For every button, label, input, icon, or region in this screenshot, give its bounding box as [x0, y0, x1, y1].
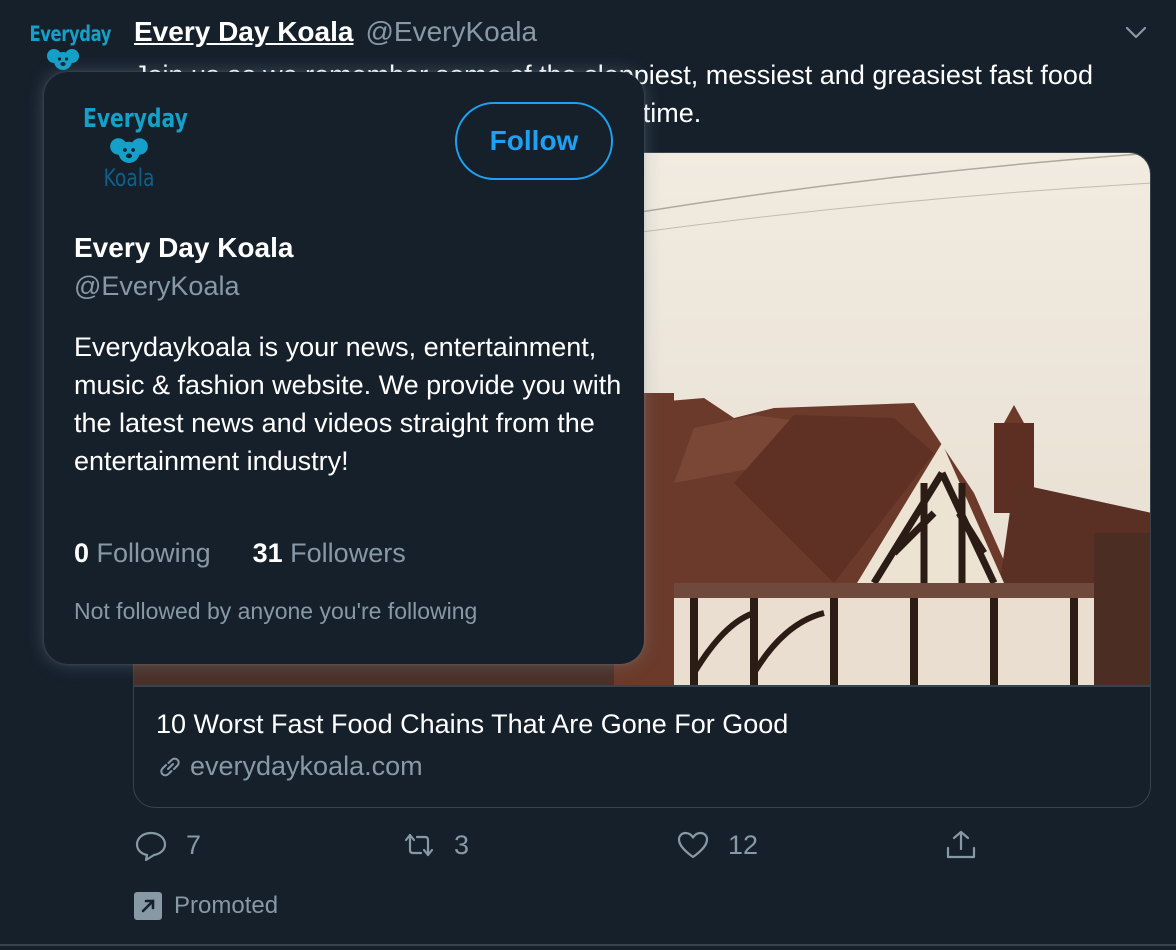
reply-icon — [135, 831, 167, 862]
reply-button[interactable]: 7 — [134, 828, 201, 862]
follow-button[interactable]: Follow — [455, 102, 613, 180]
promoted-label: Promoted — [134, 892, 278, 920]
card-domain[interactable]: everydaykoala.com — [156, 751, 423, 782]
hovercard-name[interactable]: Every Day Koala — [74, 232, 293, 264]
promoted-text: Promoted — [174, 892, 279, 919]
retweet-icon — [404, 833, 434, 857]
hovercard-logo-bottom: Koala — [103, 164, 155, 192]
card-domain-text: everydaykoala.com — [190, 751, 423, 781]
tweet-header: Every Day Koala @EveryKoala — [134, 16, 537, 48]
like-count: 12 — [728, 829, 759, 860]
link-icon — [160, 757, 180, 776]
handle[interactable]: @EveryKoala — [365, 16, 537, 48]
like-icon — [677, 831, 709, 859]
avatar-logo-text: Everyday — [29, 22, 112, 46]
followers-count: 31 — [252, 538, 283, 568]
following-link[interactable]: 0 Following — [74, 538, 211, 569]
card-title[interactable]: 10 Worst Fast Food Chains That Are Gone … — [156, 709, 788, 740]
hovercard-stats: 0 Following 31 Followers — [74, 538, 406, 569]
retweet-button[interactable]: 3 — [402, 828, 469, 862]
tweet-bottom-border — [0, 944, 1176, 946]
card-divider — [134, 685, 1150, 687]
like-button[interactable]: 12 — [676, 828, 758, 862]
share-button[interactable] — [944, 828, 978, 862]
hovercard-logo-top: Everyday — [82, 104, 188, 134]
followers-link[interactable]: 31 Followers — [253, 538, 406, 569]
display-name[interactable]: Every Day Koala — [134, 16, 353, 48]
following-label: Following — [96, 538, 211, 568]
profile-hovercard: Everyday Koala Follow Every Day Koala @E… — [44, 72, 644, 664]
share-icon — [946, 830, 976, 859]
followers-label: Followers — [290, 538, 406, 568]
tweet[interactable]: Everyday Every Day Koala @EveryKoala Joi… — [0, 0, 1176, 950]
hovercard-avatar[interactable]: Everyday Koala — [70, 104, 188, 222]
retweet-count: 3 — [454, 829, 470, 860]
reply-count: 7 — [186, 829, 202, 860]
tweet-actions: 7 3 12 — [0, 828, 1176, 872]
koala-logo-icon — [110, 138, 148, 163]
hovercard-note: Not followed by anyone you're following — [74, 598, 478, 624]
promoted-arrow-icon — [134, 892, 162, 920]
hovercard-bio: Everydaykoala is your news, entertainmen… — [74, 332, 622, 476]
hovercard-handle[interactable]: @EveryKoala — [74, 271, 239, 302]
chevron-down-icon[interactable] — [1122, 22, 1150, 44]
koala-logo-icon — [47, 49, 79, 70]
following-count: 0 — [74, 538, 90, 568]
